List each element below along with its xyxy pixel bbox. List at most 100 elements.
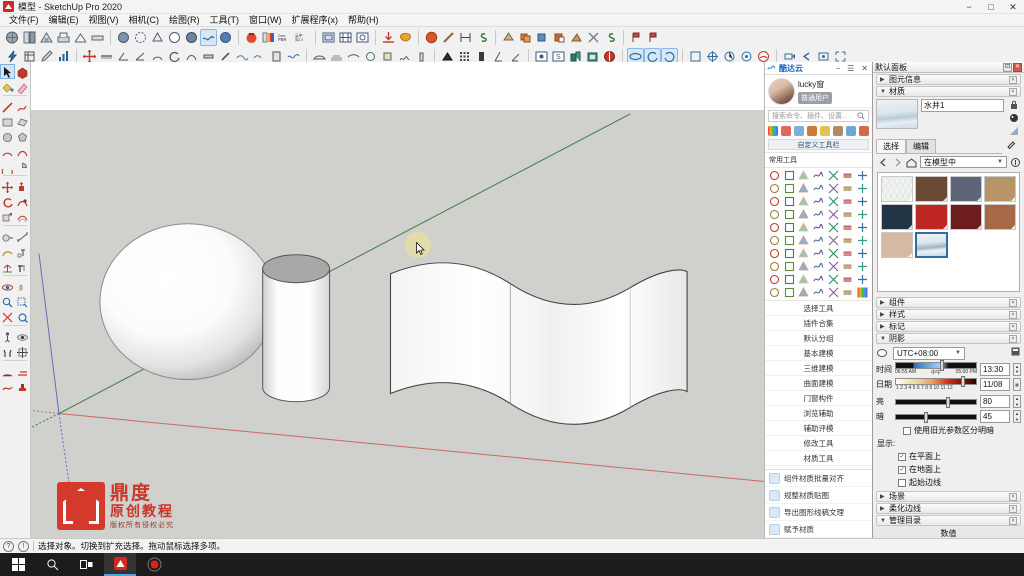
plugin-category-item[interactable]: 默认分组 bbox=[765, 331, 872, 346]
plugin-tool-icon[interactable] bbox=[767, 208, 782, 221]
text-tool[interactable] bbox=[15, 244, 30, 259]
plugin-tool-icon[interactable] bbox=[811, 208, 826, 221]
scale-tool[interactable] bbox=[0, 209, 15, 224]
car-icon[interactable] bbox=[846, 126, 856, 136]
plugin-action-item[interactable]: 组件材质批量对齐 bbox=[765, 470, 872, 487]
plugin-tool-icon[interactable] bbox=[767, 221, 782, 234]
plugin-tool-icon[interactable] bbox=[767, 195, 782, 208]
section-close-icon[interactable]: × bbox=[1009, 492, 1017, 501]
plugin-tool-icon[interactable] bbox=[782, 234, 797, 247]
plugin-close-button[interactable]: ✕ bbox=[859, 64, 870, 73]
plugin-tool-icon[interactable] bbox=[811, 182, 826, 195]
timezone-select[interactable]: UTC+08:00 ▼ bbox=[893, 346, 965, 360]
shadow-settings-icon[interactable] bbox=[1010, 346, 1021, 360]
plugin-tool-icon[interactable] bbox=[782, 273, 797, 286]
plugin-tool-icon[interactable] bbox=[796, 182, 811, 195]
sun-for-shading-checkbox[interactable] bbox=[903, 426, 911, 435]
plugin-tool-icon[interactable] bbox=[826, 286, 841, 299]
flag-b-button[interactable] bbox=[645, 29, 662, 46]
section-close-icon[interactable]: × bbox=[1009, 310, 1017, 319]
plugin-tool-icon[interactable] bbox=[811, 234, 826, 247]
menu-tools[interactable]: 工具(T) bbox=[205, 14, 245, 27]
plugin-tool-icon[interactable] bbox=[841, 273, 856, 286]
plugin-tool-icon[interactable] bbox=[782, 195, 797, 208]
plugin-tool-icon[interactable] bbox=[841, 182, 856, 195]
protractor-tool[interactable] bbox=[0, 244, 15, 259]
leaf-icon[interactable] bbox=[859, 126, 869, 136]
menu-view[interactable]: 视图(V) bbox=[84, 14, 124, 27]
plugin-tool-icon[interactable] bbox=[855, 221, 870, 234]
light-spinner[interactable]: ▲ ▼ bbox=[1013, 395, 1021, 408]
import-button[interactable] bbox=[380, 29, 397, 46]
material-swatch[interactable] bbox=[983, 176, 1016, 202]
open-button[interactable] bbox=[21, 29, 38, 46]
plugin-tool-icon[interactable] bbox=[855, 260, 870, 273]
menu-camera[interactable]: 相机(C) bbox=[124, 14, 165, 27]
home-icon[interactable] bbox=[906, 157, 917, 168]
time-slider[interactable]: 06:55 AM 中午 05:00 PM bbox=[895, 360, 977, 376]
two-point-arc-tool[interactable] bbox=[15, 144, 30, 159]
plugin-tool-icon[interactable] bbox=[826, 169, 841, 182]
sketchup-taskbar-icon[interactable] bbox=[104, 553, 136, 576]
date-slider[interactable]: 1 2 3 4 5 6 7 8 9 10 11 12 bbox=[895, 376, 977, 391]
material-swatch[interactable] bbox=[881, 232, 914, 258]
plugin-tool-icon[interactable] bbox=[811, 273, 826, 286]
xray-view-button[interactable] bbox=[115, 29, 132, 46]
pie-tool[interactable] bbox=[15, 159, 30, 174]
dark-value-input[interactable]: 45 bbox=[980, 410, 1010, 423]
material-swatch[interactable] bbox=[915, 232, 948, 258]
plugin-category-item[interactable]: 门窗构件 bbox=[765, 391, 872, 406]
pbr-material-button[interactable]: Cera PBR bbox=[277, 29, 294, 46]
plugin-action-item[interactable]: 赋予材质 bbox=[765, 521, 872, 538]
solid-subtract-button[interactable] bbox=[551, 29, 568, 46]
viewport[interactable]: 鼎度 原创教程 版权所有侵权必究 bbox=[31, 62, 764, 538]
dimension-tool[interactable] bbox=[15, 229, 30, 244]
push-pull-tool[interactable] bbox=[15, 179, 30, 194]
dark-slider-knob[interactable] bbox=[923, 411, 928, 423]
ruler-button[interactable] bbox=[440, 29, 457, 46]
task-view-icon[interactable] bbox=[70, 553, 102, 576]
plugin-menu-button[interactable]: ☰ bbox=[845, 64, 856, 73]
follow-me-tool[interactable] bbox=[15, 194, 30, 209]
solid-s-button[interactable] bbox=[602, 29, 619, 46]
orbit-tool[interactable] bbox=[0, 279, 15, 294]
export-button[interactable] bbox=[397, 29, 414, 46]
plugin-tool-icon[interactable] bbox=[841, 234, 856, 247]
time-spinner[interactable]: ▲ ▼ bbox=[1013, 362, 1021, 376]
material-shade-icon[interactable] bbox=[1008, 125, 1020, 136]
tab-edit[interactable]: 编辑 bbox=[906, 139, 936, 153]
section-close-icon[interactable]: × bbox=[1009, 516, 1017, 525]
section-tags[interactable]: ▶ 标记 × bbox=[876, 321, 1021, 332]
plugin-tool-icon[interactable] bbox=[767, 169, 782, 182]
date-picker-button[interactable]: ▦ bbox=[1013, 378, 1021, 391]
sandbox-from-scratch-tool[interactable] bbox=[15, 364, 30, 379]
section-close-icon[interactable]: × bbox=[1009, 87, 1017, 96]
material-swatch[interactable] bbox=[881, 204, 914, 230]
plugin-tool-icon[interactable] bbox=[811, 286, 826, 299]
plugin-tool-icon[interactable] bbox=[841, 260, 856, 273]
wireframe-view-button[interactable] bbox=[149, 29, 166, 46]
plugin-tool-icon[interactable] bbox=[826, 221, 841, 234]
date-value-input[interactable]: 11/08 bbox=[980, 378, 1010, 391]
plugin-tool-icon[interactable] bbox=[811, 195, 826, 208]
solid-split-button[interactable] bbox=[585, 29, 602, 46]
recorder-taskbar-icon[interactable] bbox=[138, 553, 170, 576]
rectangle-tool[interactable] bbox=[0, 114, 15, 129]
plugin-tool-icon[interactable] bbox=[782, 208, 797, 221]
display-on-ground-checkbox[interactable]: ✓ bbox=[898, 465, 906, 474]
material-lock-icon[interactable] bbox=[1008, 99, 1020, 110]
plugin-tool-icon[interactable] bbox=[782, 169, 797, 182]
monochrome-view-button[interactable] bbox=[217, 29, 234, 46]
menu-window[interactable]: 窗口(W) bbox=[244, 14, 287, 27]
plugin-category-item[interactable]: 材质工具 bbox=[765, 451, 872, 466]
plugin-tool-icon[interactable] bbox=[855, 208, 870, 221]
sun-for-shading-row[interactable]: 使用旧光参数区分明暗 bbox=[876, 425, 1021, 436]
offset-tool[interactable] bbox=[15, 209, 30, 224]
plugin-tool-icon[interactable] bbox=[855, 234, 870, 247]
section-components[interactable]: ▶ 组件 × bbox=[876, 297, 1021, 308]
section-soften-edges[interactable]: ▶ 柔化边线 × bbox=[876, 503, 1021, 514]
plugin-category-item[interactable]: 基本建模 bbox=[765, 346, 872, 361]
back-arrow-icon[interactable] bbox=[878, 157, 889, 168]
section-close-icon[interactable]: × bbox=[1009, 322, 1017, 331]
section-plane-tool[interactable] bbox=[15, 344, 30, 359]
